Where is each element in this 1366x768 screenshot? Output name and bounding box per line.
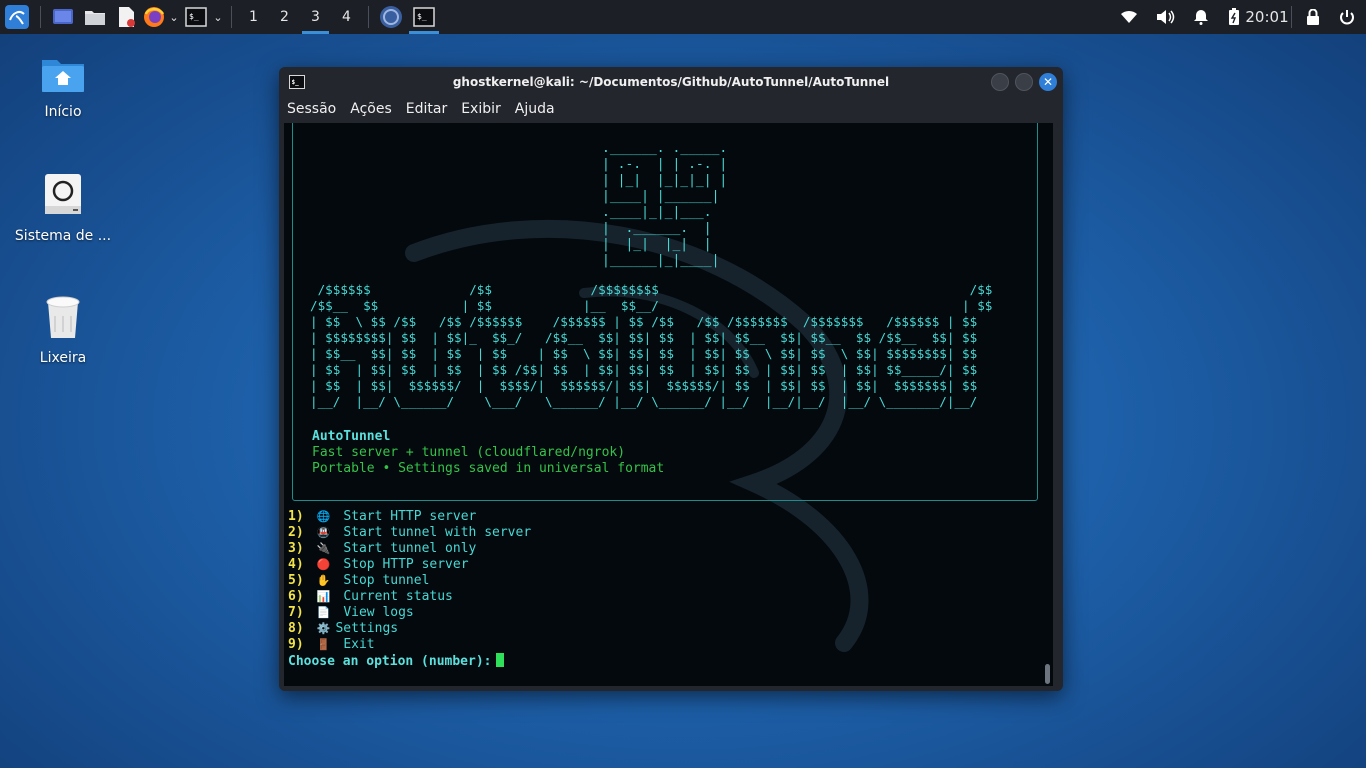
menu-option: 9) 🚪 Exit: [288, 637, 375, 652]
desktop-icon-label: Início: [44, 104, 82, 120]
wifi-icon[interactable]: [1111, 0, 1147, 34]
ascii-logo: .______. ._____. | .-. | | .-. | | |_| |…: [602, 141, 728, 268]
svg-text:$_: $_: [189, 12, 199, 21]
menu-ajuda[interactable]: Ajuda: [515, 101, 555, 117]
desktop-icon-trash[interactable]: Lixeira: [8, 294, 118, 366]
close-icon: ✕: [1042, 75, 1054, 89]
red-circle-icon: 🔴: [316, 558, 331, 571]
menu-option: 7) 📄 View logs: [288, 605, 414, 620]
system-tray: 20:01: [1111, 0, 1366, 34]
menu-sessao[interactable]: Sessão: [287, 101, 336, 117]
input-prompt[interactable]: Choose an option (number):: [288, 653, 504, 670]
menu-exibir[interactable]: Exibir: [461, 101, 501, 117]
menu-option: 1) 🌐 Start HTTP server: [288, 509, 477, 524]
workspace-3[interactable]: 3: [300, 0, 331, 34]
hand-icon: ✋: [316, 574, 331, 587]
notification-bell-icon[interactable]: [1183, 0, 1219, 34]
power-icon[interactable]: [1328, 0, 1366, 34]
gear-icon: ⚙️: [316, 622, 331, 635]
desktop-icon-label: Lixeira: [39, 350, 87, 366]
desktop-icon-home[interactable]: Início: [8, 54, 118, 120]
menu-option: 5) ✋ Stop tunnel: [288, 573, 430, 588]
svg-text:$_: $_: [417, 12, 427, 21]
menu-option: 6) 📊 Current status: [288, 589, 453, 604]
desktop-icon-label: Sistema de ...: [14, 228, 112, 244]
window-title: ghostkernel@kali: ~/Documentos/Github/Au…: [452, 75, 890, 89]
desktop-icon-filesystem[interactable]: Sistema de ...: [8, 172, 118, 244]
lock-screen-icon[interactable]: [1298, 0, 1328, 34]
document-icon: 📄: [316, 606, 331, 619]
workspace-1[interactable]: 1: [238, 0, 269, 34]
filesystem-icon: [45, 174, 81, 214]
text-editor-icon[interactable]: [111, 0, 141, 34]
home-folder-icon: [42, 60, 84, 92]
menu-option: 2) 🚇 Start tunnel with server: [288, 525, 532, 540]
firefox-icon[interactable]: [141, 0, 167, 34]
door-icon: 🚪: [316, 638, 331, 651]
show-desktop-icon[interactable]: [47, 0, 79, 34]
metro-icon: 🚇: [316, 526, 331, 539]
globe-icon: 🌐: [316, 510, 331, 523]
workspace-4[interactable]: 4: [331, 0, 362, 34]
panel-separator: [231, 6, 232, 28]
window-titlebar[interactable]: $_ ghostkernel@kali: ~/Documentos/Github…: [279, 67, 1063, 97]
chevron-down-icon[interactable]: ⌄: [167, 0, 181, 34]
close-button[interactable]: ✕: [1039, 73, 1057, 91]
workspace-2[interactable]: 2: [269, 0, 300, 34]
terminal-icon: $_: [289, 75, 305, 92]
minimize-button[interactable]: [991, 73, 1009, 91]
panel-separator: [368, 6, 369, 28]
terminal-task-button[interactable]: $_: [407, 0, 441, 34]
terminal-output[interactable]: .______. ._____. | .-. | | .-. | | |_| |…: [284, 123, 1053, 686]
app-launcher-icon[interactable]: [375, 0, 407, 34]
file-manager-icon[interactable]: [79, 0, 111, 34]
chevron-down-icon[interactable]: ⌄: [211, 0, 225, 34]
chart-icon: 📊: [316, 590, 331, 603]
menu-acoes[interactable]: Ações: [350, 101, 392, 117]
app-name: AutoTunnel: [312, 429, 391, 444]
terminal-icon[interactable]: $_: [181, 0, 211, 34]
kali-menu-icon[interactable]: [0, 0, 34, 34]
menu-option: 3) 🔌 Start tunnel only: [288, 541, 477, 556]
terminal-window[interactable]: $_ ghostkernel@kali: ~/Documentos/Github…: [279, 67, 1063, 691]
volume-icon[interactable]: [1147, 0, 1183, 34]
panel-separator: [40, 6, 41, 28]
menu-option: 4) 🔴 Stop HTTP server: [288, 557, 469, 572]
ascii-banner: /$$$$$$ /$$ /$$$$$$$$ /$$ /$$__ $$ | $$ …: [310, 282, 993, 409]
menu-option: 8) ⚙️ Settings: [288, 621, 399, 636]
clock[interactable]: 20:01: [1245, 0, 1288, 34]
trash-icon: [46, 296, 80, 338]
menu-bar: Sessão Ações Editar Exibir Ajuda: [279, 97, 1063, 121]
scrollbar-thumb[interactable]: [1045, 664, 1050, 684]
plug-icon: 🔌: [316, 542, 331, 555]
text-cursor: [495, 653, 504, 667]
subtitle: Portable • Settings saved in universal f…: [312, 461, 665, 476]
tagline: Fast server + tunnel (cloudflared/ngrok): [312, 445, 626, 460]
menu-editar[interactable]: Editar: [406, 101, 447, 117]
top-panel: ⌄ $_ ⌄ 1 2 3 4 $_ 20:01: [0, 0, 1366, 34]
svg-text:$_: $_: [292, 79, 300, 86]
maximize-button[interactable]: [1015, 73, 1033, 91]
panel-separator: [1291, 6, 1292, 28]
